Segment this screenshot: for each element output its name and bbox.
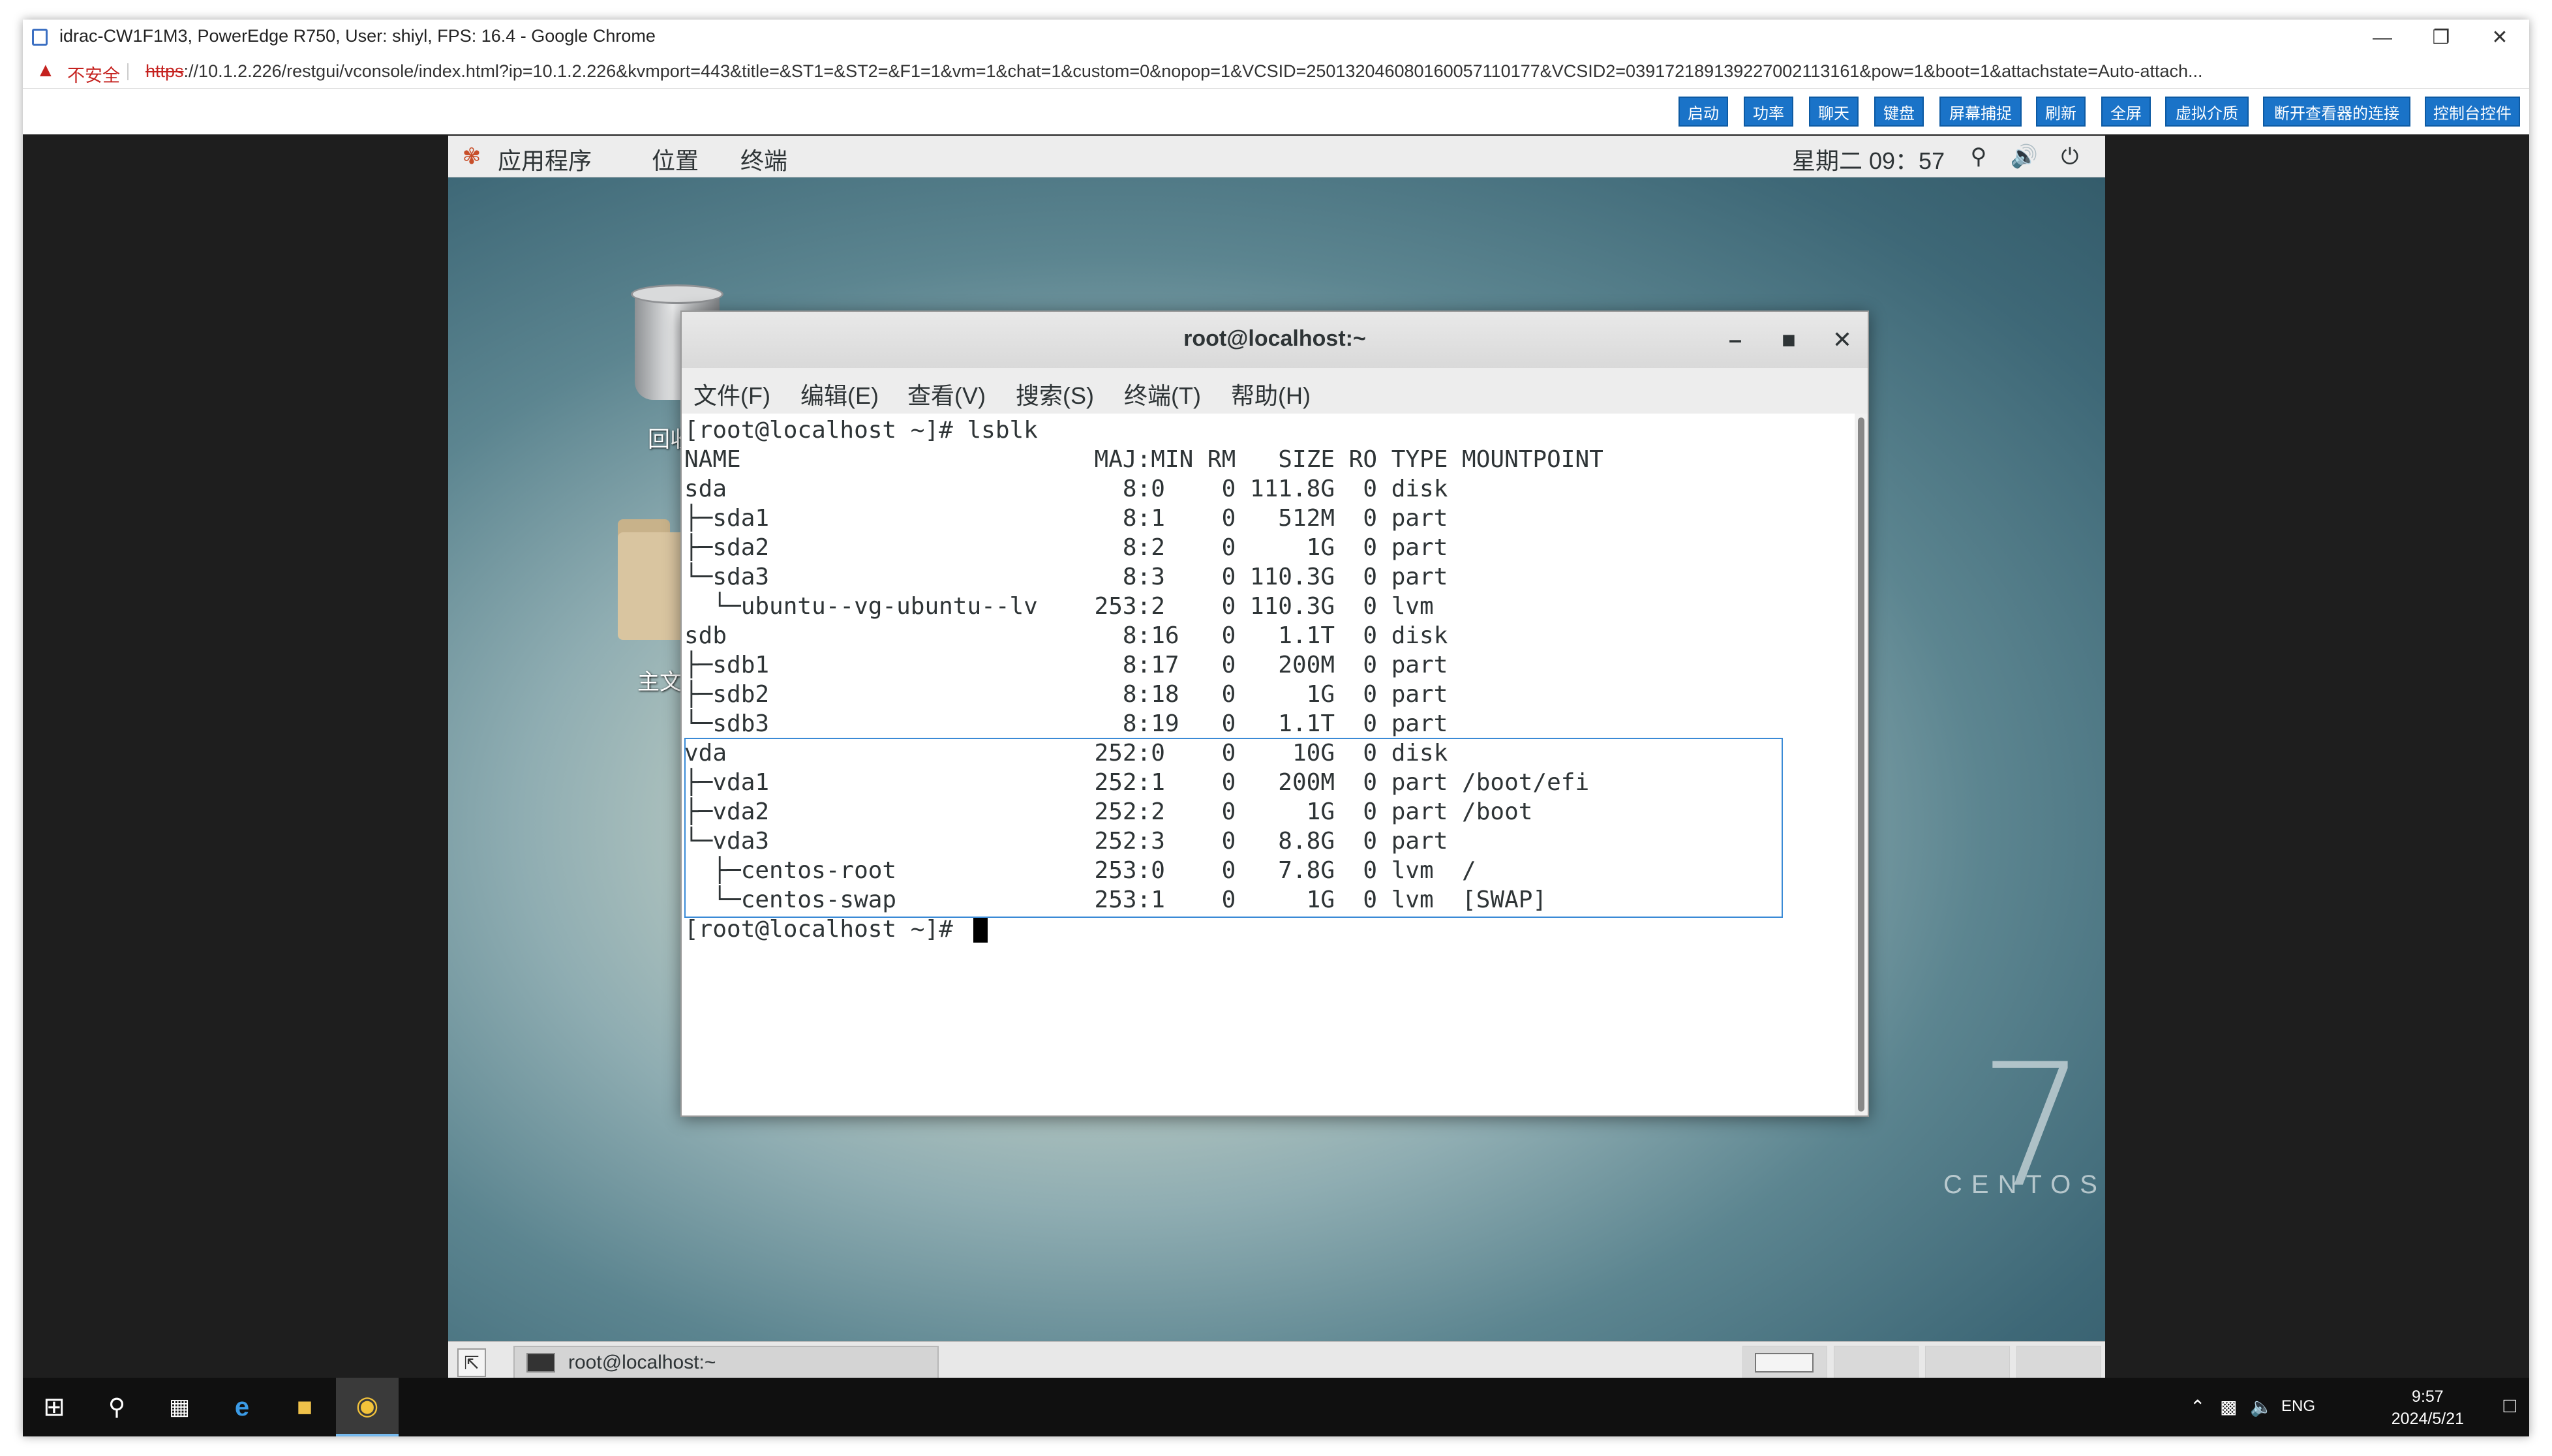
terminal-line: └─ubuntu--vg-ubuntu--lv 253:2 0 110.3G 0…: [684, 593, 1434, 620]
terminal-titlebar[interactable]: root@localhost:~ – ■ ✕: [682, 312, 1868, 369]
gnome-top-panel: ✾ 应用程序 位置 终端 星期二 09：57 ⚲ 🔊 ⏻: [448, 136, 2105, 177]
search-icon[interactable]: ⚲: [85, 1378, 148, 1436]
taskbar-terminal-item[interactable]: root@localhost:~: [513, 1346, 939, 1380]
insecure-label[interactable]: 不安全: [67, 61, 120, 87]
terminal-line: sdb 8:16 0 1.1T 0 disk: [684, 622, 1448, 649]
task-view-icon[interactable]: ▦: [148, 1378, 211, 1436]
address-bar[interactable]: ▲ 不安全 https://10.1.2.226/restgui/vconsol…: [23, 55, 2529, 89]
minimize-icon[interactable]: —: [2353, 20, 2412, 55]
boot-button[interactable]: 启动: [1679, 97, 1728, 127]
edge-browser-icon[interactable]: e: [211, 1378, 273, 1436]
menu-view[interactable]: 查看(V): [907, 377, 986, 411]
notification-icon[interactable]: □: [2504, 1393, 2516, 1418]
terminal-line: ├─sda1 8:1 0 512M 0 part: [684, 505, 1448, 532]
page-favicon-icon: [32, 29, 48, 46]
gnome-bottom-panel: ⇱ root@localhost:~: [448, 1341, 2105, 1382]
keyboard-button[interactable]: 键盘: [1874, 97, 1924, 127]
text-cursor: [973, 917, 988, 943]
workspace-4[interactable]: [2016, 1346, 2101, 1378]
power-icon[interactable]: ⏻: [2057, 144, 2083, 170]
window-title: idrac-CW1F1M3, PowerEdge R750, User: shi…: [59, 26, 656, 46]
virtual-media-button[interactable]: 虚拟介质: [2165, 97, 2249, 127]
applications-icon[interactable]: ✾: [459, 144, 485, 170]
scrollbar-thumb[interactable]: [1858, 417, 1864, 1112]
terminal-line: ├─sdb1 8:17 0 200M 0 part: [684, 652, 1448, 678]
browser-titlebar: idrac-CW1F1M3, PowerEdge R750, User: shi…: [23, 20, 2529, 55]
places-menu[interactable]: 位置: [652, 142, 699, 176]
url-text[interactable]: https://10.1.2.226/restgui/vconsole/inde…: [145, 61, 2520, 82]
workspace-1[interactable]: [1742, 1346, 1827, 1378]
idrac-toolbar: 启动 功率 聊天 键盘 屏幕捕捉 刷新 全屏 虚拟介质 断开查看器的连接 控制台…: [23, 89, 2529, 134]
clock[interactable]: 星期二 09：57: [1792, 142, 1945, 176]
terminal-prompt: [root@localhost ~]#: [684, 916, 967, 943]
clock-time: 9:57: [2412, 1388, 2444, 1406]
workspace-1-preview: [1755, 1353, 1814, 1373]
terminal-line: └─sda3 8:3 0 110.3G 0 part: [684, 564, 1448, 590]
menu-terminal[interactable]: 终端(T): [1124, 377, 1201, 411]
workspace-3[interactable]: [1925, 1346, 2010, 1378]
menu-file[interactable]: 文件(F): [693, 377, 770, 411]
tray-language[interactable]: ENG: [2281, 1397, 2315, 1416]
terminal-menubar: 文件(F) 编辑(E) 查看(V) 搜索(S) 终端(T) 帮助(H): [682, 368, 1868, 414]
terminal-line: sda 8:0 0 111.8G 0 disk: [684, 476, 1448, 502]
url-scheme: https: [145, 61, 184, 81]
terminal-minimize-icon[interactable]: –: [1719, 324, 1752, 356]
close-icon[interactable]: ✕: [2470, 20, 2529, 55]
network-icon[interactable]: ⚲: [1966, 144, 1992, 170]
windows-taskbar: ⊞ ⚲ ▦ e ■ ◉ ⌃ ▩ 🔈 ENG 9:57 2024/5/21 □: [23, 1378, 2529, 1436]
chat-button[interactable]: 聊天: [1809, 97, 1859, 127]
trash-rim: [631, 284, 723, 304]
file-explorer-icon[interactable]: ■: [273, 1378, 336, 1436]
terminal-line: └─sdb3 8:19 0 1.1T 0 part: [684, 710, 1448, 737]
terminal-title: root@localhost:~: [1183, 326, 1366, 351]
disconnect-viewer-button[interactable]: 断开查看器的连接: [2263, 97, 2410, 127]
browser-window: idrac-CW1F1M3, PowerEdge R750, User: shi…: [23, 20, 2529, 1436]
terminal-line: ├─sda2 8:2 0 1G 0 part: [684, 534, 1448, 561]
menu-edit[interactable]: 编辑(E): [800, 377, 879, 411]
terminal-line: NAME MAJ:MIN RM SIZE RO TYPE MOUNTPOINT: [684, 446, 1603, 473]
terminal-close-icon[interactable]: ✕: [1826, 324, 1859, 356]
tray-overflow-icon[interactable]: ⌃: [2190, 1396, 2205, 1418]
windows-clock[interactable]: 9:57 2024/5/21: [2392, 1386, 2464, 1430]
remote-console[interactable]: ✾ 应用程序 位置 终端 星期二 09：57 ⚲ 🔊 ⏻ 回收 主文件 7 CE…: [448, 136, 2105, 1382]
taskbar-terminal-label: root@localhost:~: [568, 1352, 716, 1373]
tray-network-icon[interactable]: ▩: [2220, 1396, 2237, 1418]
menu-search[interactable]: 搜索(S): [1016, 377, 1094, 411]
terminal-menu[interactable]: 终端: [740, 142, 787, 176]
console-controls-button[interactable]: 控制台控件: [2425, 97, 2520, 127]
terminal-maximize-icon[interactable]: ■: [1772, 324, 1805, 356]
show-desktop-icon[interactable]: ⇱: [457, 1348, 486, 1377]
address-separator: [127, 63, 129, 80]
menu-help[interactable]: 帮助(H): [1231, 377, 1311, 411]
centos-logo-word: CENTOS: [1943, 1170, 2105, 1199]
restore-icon[interactable]: ❐: [2412, 20, 2470, 55]
screen-capture-button[interactable]: 屏幕捕捉: [1939, 97, 2022, 127]
volume-icon[interactable]: 🔊: [2011, 144, 2038, 170]
clock-date: 2024/5/21: [2391, 1410, 2464, 1428]
fullscreen-button[interactable]: 全屏: [2101, 97, 2151, 127]
tray-volume-icon[interactable]: 🔈: [2250, 1396, 2273, 1418]
windows-start-icon[interactable]: ⊞: [23, 1378, 85, 1436]
terminal-line: [root@localhost ~]# lsblk: [684, 417, 1038, 444]
terminal-app-icon: [526, 1353, 555, 1373]
system-tray: ⌃ ▩ 🔈 ENG 9:57 2024/5/21 □: [2190, 1378, 2529, 1436]
power-button[interactable]: 功率: [1744, 97, 1793, 127]
refresh-button[interactable]: 刷新: [2036, 97, 2086, 127]
terminal-content[interactable]: [root@localhost ~]# lsblk NAME MAJ:MIN R…: [682, 414, 1855, 1115]
terminal-window[interactable]: root@localhost:~ – ■ ✕ 文件(F) 编辑(E) 查看(V)…: [680, 311, 1869, 1117]
terminal-line: ├─sdb2 8:18 0 1G 0 part: [684, 681, 1448, 708]
workspace-2[interactable]: [1834, 1346, 1919, 1378]
url-rest: ://10.1.2.226/restgui/vconsole/index.htm…: [183, 61, 2203, 81]
applications-menu[interactable]: 应用程序: [498, 142, 592, 176]
chrome-icon[interactable]: ◉: [336, 1378, 399, 1436]
warning-icon[interactable]: ▲: [36, 59, 55, 82]
terminal-scrollbar[interactable]: [1855, 414, 1868, 1115]
selection-box: [684, 738, 1783, 918]
